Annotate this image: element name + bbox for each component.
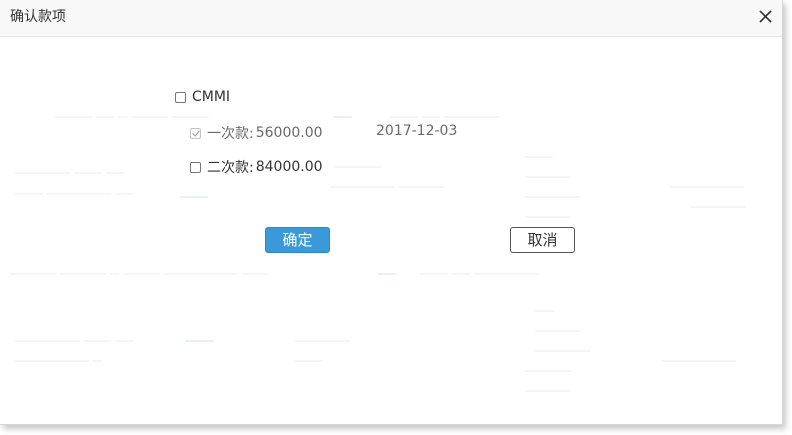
confirm-button[interactable]: 确定 — [265, 227, 330, 253]
group-label: CMMI — [192, 89, 231, 105]
dialog-title: 确认款项 — [10, 9, 66, 25]
installment-2-checkbox[interactable] — [190, 161, 201, 173]
installment-row-1: 一次款: 56000.00 — [190, 123, 323, 143]
installment-2-label: 二次款: — [207, 160, 254, 176]
installment-1-label: 一次款: — [207, 126, 254, 142]
installment-row-2: 二次款: 84000.00 — [190, 157, 323, 177]
confirm-payment-dialog: ▁▁▁▁ ▁▁ ▁ ▁▁▁▁ ▁▁▁▁ ▁▁ ▁▁▁ ▁▁ ▁▁▁▁▁▁ ▁▁▁… — [0, 0, 783, 425]
installment-1-date: 2017-12-03 — [376, 123, 458, 139]
installment-2-amount: 84000.00 — [255, 159, 323, 175]
installment-1-checkbox — [190, 127, 201, 139]
group-row-cmmi: CMMI — [175, 89, 230, 105]
group-checkbox[interactable] — [175, 91, 186, 103]
cancel-button[interactable]: 取消 — [510, 227, 575, 253]
close-icon[interactable] — [755, 6, 777, 28]
installment-1-amount: 56000.00 — [255, 125, 323, 141]
dialog-body: CMMI 一次款: 56000.00 2017-12-03 二次款: 84000… — [0, 36, 782, 424]
dialog-header: 确认款项 — [0, 0, 782, 37]
